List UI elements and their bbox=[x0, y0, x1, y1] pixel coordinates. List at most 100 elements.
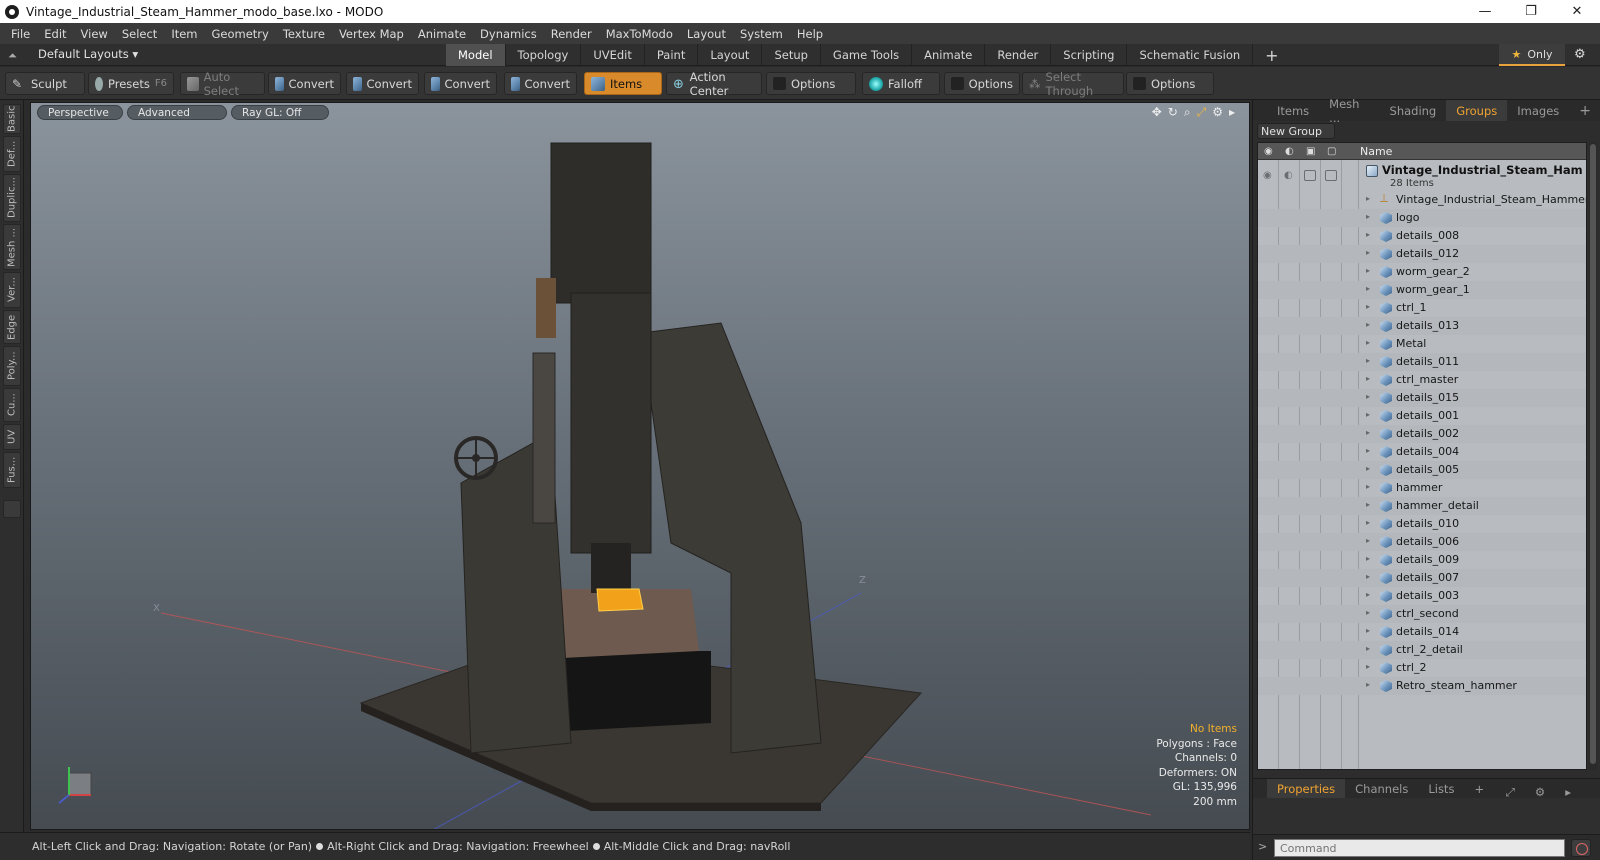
group-visibility-icon[interactable]: ◉ bbox=[1263, 170, 1275, 181]
convert-materials-button[interactable]: Convert bbox=[504, 72, 577, 95]
list-item[interactable]: ▸ details_011 bbox=[1258, 353, 1586, 371]
strip-tab-edge[interactable]: Edge bbox=[3, 310, 21, 344]
tab-model[interactable]: Model bbox=[446, 44, 506, 66]
render-icon[interactable]: ◐ bbox=[1285, 146, 1296, 157]
convert-polygons-button[interactable]: Convert bbox=[424, 72, 497, 95]
options-checkbox-2[interactable] bbox=[951, 77, 964, 90]
restore-button[interactable]: ❐ bbox=[1508, 0, 1554, 23]
pin-icon[interactable]: ⏶ bbox=[8, 49, 20, 62]
group-render-icon[interactable]: ◐ bbox=[1284, 170, 1296, 181]
eye-icon[interactable]: ◉ bbox=[1264, 146, 1275, 157]
strip-tab-polygon[interactable]: Poly... bbox=[3, 346, 21, 386]
new-group-button[interactable]: New Group bbox=[1257, 123, 1335, 139]
sculpt-button[interactable]: ✎ Sculpt bbox=[5, 72, 85, 95]
record-macro-button[interactable] bbox=[1571, 839, 1591, 857]
menu-vertex-map[interactable]: Vertex Map bbox=[332, 27, 411, 41]
select-through-options-button[interactable]: Options bbox=[1126, 72, 1214, 95]
strip-tab-curve[interactable]: Cu... bbox=[3, 388, 21, 422]
list-item[interactable]: ▸ ctrl_2 bbox=[1258, 659, 1586, 677]
tab-groups[interactable]: Groups bbox=[1446, 100, 1508, 121]
strip-tab-mesh[interactable]: Mesh ... bbox=[3, 224, 21, 270]
perspective-dropdown[interactable]: Perspective bbox=[37, 105, 123, 120]
options-checkbox-1[interactable] bbox=[773, 77, 786, 90]
scrollbar-thumb[interactable] bbox=[1590, 144, 1596, 764]
group-lock-box[interactable] bbox=[1304, 170, 1316, 181]
list-item[interactable]: ▸ worm_gear_1 bbox=[1258, 281, 1586, 299]
convert-edges-button[interactable]: Convert bbox=[346, 72, 419, 95]
menu-select[interactable]: Select bbox=[115, 27, 164, 41]
strip-tab-uv[interactable]: UV bbox=[3, 424, 21, 450]
viewport-expand-icon[interactable]: ▸ bbox=[1229, 105, 1235, 120]
list-item[interactable]: ▸ details_013 bbox=[1258, 317, 1586, 335]
tab-items[interactable]: Items bbox=[1267, 100, 1319, 121]
tab-game-tools[interactable]: Game Tools bbox=[821, 44, 913, 66]
list-item[interactable]: ▸ details_002 bbox=[1258, 425, 1586, 443]
add-panel-tab-button[interactable]: + bbox=[1569, 100, 1600, 121]
groups-list[interactable]: ◉ ◐ ▣ ▢ Name ◉ ◐ Vintage_Industrial_Stea… bbox=[1257, 142, 1587, 770]
select-through-button[interactable]: ⁂ Select Through bbox=[1022, 70, 1124, 98]
tab-paint[interactable]: Paint bbox=[645, 44, 699, 66]
menu-texture[interactable]: Texture bbox=[276, 27, 332, 41]
strip-toggle-button[interactable] bbox=[3, 500, 21, 518]
menu-item[interactable]: Item bbox=[164, 27, 204, 41]
tab-lists[interactable]: Lists bbox=[1418, 779, 1464, 799]
tab-animate[interactable]: Animate bbox=[912, 44, 986, 66]
list-item[interactable]: ▸ details_009 bbox=[1258, 551, 1586, 569]
close-button[interactable]: ✕ bbox=[1554, 0, 1600, 23]
strip-tab-fusion[interactable]: Fus... bbox=[3, 452, 21, 488]
list-item[interactable]: ▸ ctrl_master bbox=[1258, 371, 1586, 389]
list-item[interactable]: ▸ details_012 bbox=[1258, 245, 1586, 263]
menu-system[interactable]: System bbox=[733, 27, 790, 41]
tab-properties[interactable]: Properties bbox=[1267, 778, 1346, 799]
list-item[interactable]: ▸ details_003 bbox=[1258, 587, 1586, 605]
group-select-box[interactable] bbox=[1325, 170, 1337, 181]
convert-vertices-button[interactable]: Convert bbox=[268, 72, 341, 95]
list-item[interactable]: ▸ worm_gear_2 bbox=[1258, 263, 1586, 281]
menu-file[interactable]: File bbox=[4, 27, 37, 41]
action-center-options-button[interactable]: Options bbox=[766, 72, 856, 95]
list-item[interactable]: ▸ details_001 bbox=[1258, 407, 1586, 425]
tab-scripting[interactable]: Scripting bbox=[1051, 44, 1128, 66]
menu-view[interactable]: View bbox=[74, 27, 115, 41]
list-item[interactable]: ▸ ctrl_second bbox=[1258, 605, 1586, 623]
list-item[interactable]: ▸ details_014 bbox=[1258, 623, 1586, 641]
raygl-dropdown[interactable]: Ray GL: Off bbox=[231, 105, 329, 120]
advanced-dropdown[interactable]: Advanced bbox=[127, 105, 227, 120]
strip-tab-basic[interactable]: Basic bbox=[3, 104, 21, 134]
lock-icon[interactable]: ▣ bbox=[1306, 146, 1317, 157]
fit-view-icon[interactable]: ⤢ bbox=[1197, 105, 1207, 120]
strip-tab-vertex[interactable]: Ver... bbox=[3, 272, 21, 308]
move-view-icon[interactable]: ✥ bbox=[1152, 105, 1162, 120]
menu-edit[interactable]: Edit bbox=[37, 27, 73, 41]
tab-mesh[interactable]: Mesh ... bbox=[1319, 97, 1379, 125]
groups-list-scrollbar[interactable] bbox=[1589, 142, 1597, 770]
menu-dynamics[interactable]: Dynamics bbox=[473, 27, 544, 41]
gear-icon[interactable]: ⚙ bbox=[1574, 47, 1586, 62]
group-row[interactable]: ◉ ◐ Vintage_Industrial_Steam_Ham ... 28 … bbox=[1258, 161, 1586, 191]
tab-channels[interactable]: Channels bbox=[1345, 779, 1418, 799]
3d-viewport[interactable]: Perspective Advanced Ray GL: Off ✥ ↻ ⌕ ⤢… bbox=[30, 102, 1250, 830]
menu-maxtomodo[interactable]: MaxToModo bbox=[599, 27, 680, 41]
list-item[interactable]: ▸ details_004 bbox=[1258, 443, 1586, 461]
falloff-button[interactable]: Falloff bbox=[862, 72, 940, 95]
action-center-button[interactable]: ⊕ Action Center bbox=[666, 70, 762, 98]
menu-help[interactable]: Help bbox=[790, 27, 830, 41]
auto-select-button[interactable]: Auto Select bbox=[180, 70, 265, 98]
command-chevron-icon[interactable]: > bbox=[1258, 840, 1267, 853]
name-column-header[interactable]: Name bbox=[1360, 145, 1392, 158]
default-layouts-dropdown[interactable]: Default Layouts ▾ bbox=[38, 47, 138, 61]
list-item[interactable]: ▸ details_008 bbox=[1258, 227, 1586, 245]
list-item[interactable]: ▸ hammer_detail bbox=[1258, 497, 1586, 515]
menu-geometry[interactable]: Geometry bbox=[205, 27, 276, 41]
viewport-settings-icon[interactable]: ⚙ bbox=[1212, 105, 1223, 120]
select-icon[interactable]: ▢ bbox=[1327, 146, 1338, 157]
menu-animate[interactable]: Animate bbox=[411, 27, 473, 41]
list-item[interactable]: ▸ details_007 bbox=[1258, 569, 1586, 587]
tab-layout[interactable]: Layout bbox=[698, 44, 763, 66]
list-item[interactable]: ▸ ctrl_2_detail bbox=[1258, 641, 1586, 659]
tab-topology[interactable]: Topology bbox=[506, 44, 582, 66]
only-toggle[interactable]: ★ Only bbox=[1499, 44, 1565, 66]
menu-render[interactable]: Render bbox=[544, 27, 599, 41]
list-item[interactable]: ▸ hammer bbox=[1258, 479, 1586, 497]
list-item[interactable]: ▸ details_015 bbox=[1258, 389, 1586, 407]
